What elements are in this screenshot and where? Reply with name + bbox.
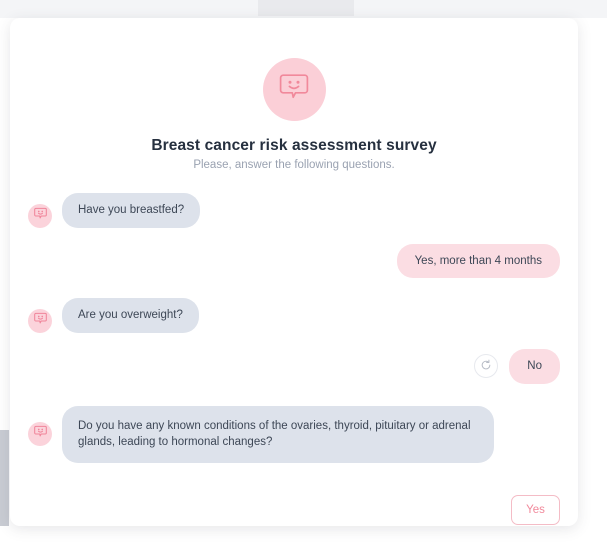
chat-message-bot: Have you breastfed? bbox=[28, 193, 560, 228]
window-top-notch bbox=[258, 0, 354, 16]
survey-title: Breast cancer risk assessment survey bbox=[151, 137, 437, 154]
chat-smiley-icon bbox=[33, 425, 47, 443]
bot-avatar bbox=[28, 309, 52, 334]
chat-message-bot: Do you have any known conditions of the … bbox=[28, 405, 560, 464]
survey-hero-avatar bbox=[262, 58, 326, 121]
chat-bubble-user: Yes, more than 4 months bbox=[396, 243, 560, 279]
chat-message-bot: Are you overweight? bbox=[28, 298, 560, 334]
chat-smiley-icon bbox=[33, 207, 47, 225]
chat-bubble-user: No bbox=[509, 349, 560, 384]
background-left-strip bbox=[0, 430, 9, 526]
chat-message-list: Have you breastfed? Yes, more than 4 mon… bbox=[10, 171, 578, 464]
chat-bubble-bot: Are you overweight? bbox=[62, 298, 199, 334]
chat-bubble-bot: Do you have any known conditions of the … bbox=[62, 405, 494, 464]
bot-avatar bbox=[28, 203, 52, 228]
survey-subtitle: Please, answer the following questions. bbox=[193, 159, 395, 171]
survey-card: Breast cancer risk assessment survey Ple… bbox=[10, 18, 578, 526]
option-button-yes[interactable]: Yes bbox=[511, 495, 560, 526]
chat-smiley-icon bbox=[279, 72, 309, 107]
answer-options: Yes No bbox=[10, 477, 578, 526]
chat-message-user: Yes, more than 4 months bbox=[28, 243, 560, 279]
bot-avatar bbox=[28, 422, 52, 447]
survey-header: Breast cancer risk assessment survey Ple… bbox=[10, 18, 578, 171]
refresh-undo-icon bbox=[480, 359, 492, 374]
chat-message-user: No bbox=[28, 349, 560, 384]
redo-answer-button[interactable] bbox=[474, 354, 499, 379]
chat-smiley-icon bbox=[33, 312, 47, 330]
chat-bubble-bot: Have you breastfed? bbox=[62, 193, 201, 228]
